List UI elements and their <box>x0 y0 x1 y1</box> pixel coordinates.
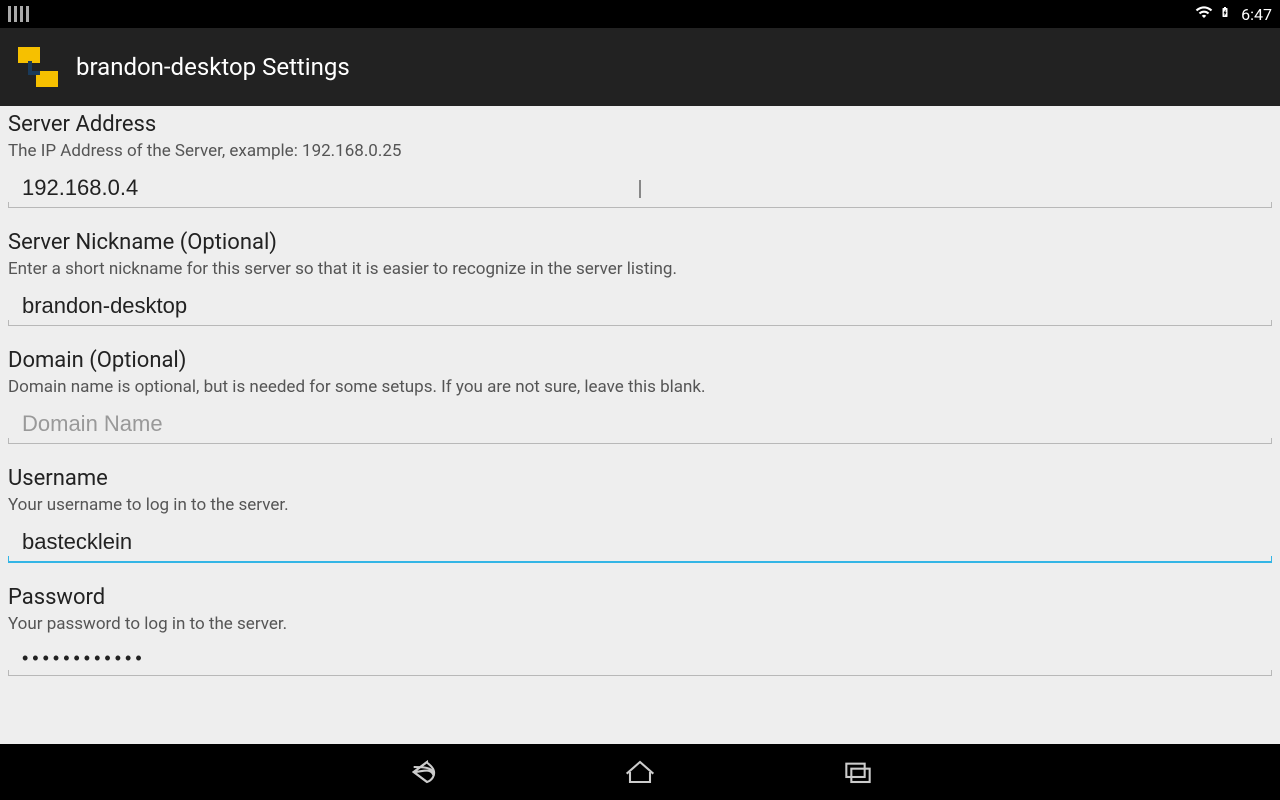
field-title: Domain (Optional) <box>8 348 1272 373</box>
password-input[interactable] <box>8 642 1272 676</box>
field-desc: The IP Address of the Server, example: 1… <box>8 141 1272 161</box>
page-title: brandon-desktop Settings <box>76 53 350 81</box>
action-bar: brandon-desktop Settings <box>0 28 1280 106</box>
status-bar: 6:47 <box>0 0 1280 28</box>
field-username: Username Your username to log in to the … <box>8 466 1272 563</box>
field-title: Server Address <box>8 112 1272 137</box>
field-password: Password Your password to log in to the … <box>8 585 1272 676</box>
app-icon[interactable] <box>14 43 62 91</box>
settings-form: Server Address The IP Address of the Ser… <box>0 106 1280 744</box>
field-desc: Domain name is optional, but is needed f… <box>8 377 1272 397</box>
home-button[interactable] <box>616 748 664 796</box>
navigation-bar <box>0 744 1280 800</box>
battery-charging-icon <box>1219 3 1231 25</box>
field-server-nickname: Server Nickname (Optional) Enter a short… <box>8 230 1272 326</box>
username-input[interactable] <box>8 523 1272 563</box>
wifi-icon <box>1195 3 1213 25</box>
recent-apps-button[interactable] <box>834 748 882 796</box>
field-domain: Domain (Optional) Domain name is optiona… <box>8 348 1272 444</box>
field-title: Password <box>8 585 1272 610</box>
back-button[interactable] <box>398 748 446 796</box>
field-title: Username <box>8 466 1272 491</box>
status-indicator-icon <box>8 6 30 22</box>
field-desc: Enter a short nickname for this server s… <box>8 259 1272 279</box>
field-server-address: Server Address The IP Address of the Ser… <box>8 112 1272 208</box>
field-desc: Your username to log in to the server. <box>8 495 1272 515</box>
text-caret-icon <box>640 180 641 198</box>
status-time: 6:47 <box>1241 5 1272 24</box>
field-desc: Your password to log in to the server. <box>8 614 1272 634</box>
server-nickname-input[interactable] <box>8 287 1272 326</box>
field-title: Server Nickname (Optional) <box>8 230 1272 255</box>
domain-input[interactable] <box>8 405 1272 444</box>
